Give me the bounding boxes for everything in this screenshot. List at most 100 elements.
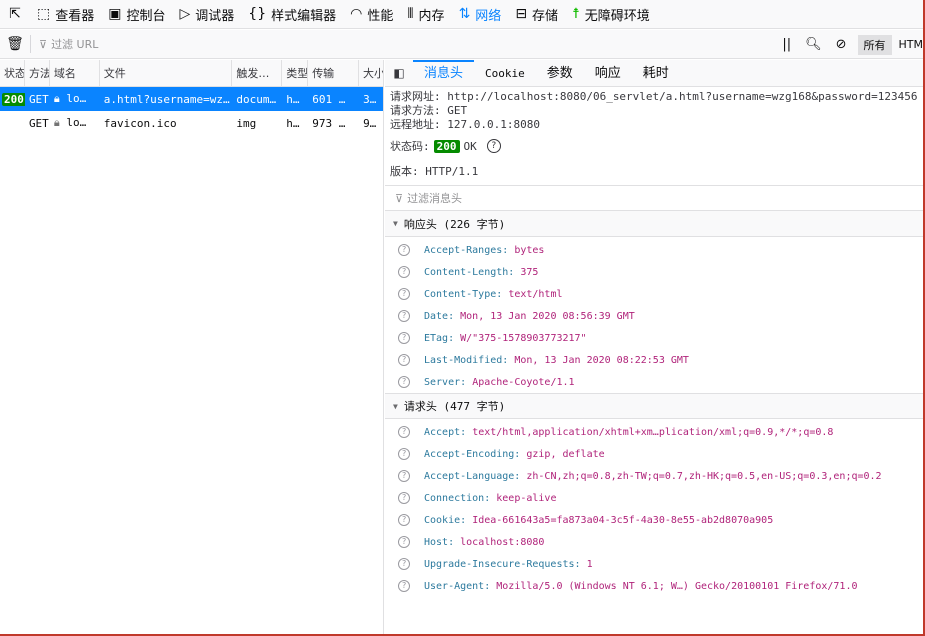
help-icon[interactable]: ?	[398, 354, 410, 366]
tab-style-editor[interactable]: {} 样式编辑器	[241, 0, 343, 29]
header-value: zh-CN,zh;q=0.8,zh-TW;q=0.7,zh-HK;q=0.5,e…	[526, 470, 882, 482]
tab-inspector[interactable]: ⬚ 查看器	[30, 0, 101, 29]
status-code-line: 状态码: 200 OK ?	[390, 133, 918, 159]
header-value: Mon, 13 Jan 2020 08:56:39 GMT	[460, 310, 635, 322]
response-headers-list: ? Accept-Ranges: bytes ? Content-Length: 3…	[385, 239, 923, 393]
search-button[interactable]: 🔍︎	[798, 37, 829, 52]
tab-params[interactable]: 参数	[536, 60, 584, 87]
help-icon[interactable]: ?	[398, 470, 410, 482]
help-icon[interactable]: ?	[398, 580, 410, 592]
header-name: Server:	[424, 376, 467, 388]
method-cell: GET	[28, 116, 49, 130]
filter-all-button[interactable]: 所有	[857, 34, 892, 55]
tab-label: 性能	[367, 8, 394, 24]
url-filter-placeholder: 过滤 URL	[51, 38, 99, 51]
header-value: 375	[520, 266, 539, 278]
cursor-arrow-icon: ⇱	[9, 6, 21, 22]
version-label: 版本:	[390, 165, 419, 178]
help-icon[interactable]: ?	[398, 536, 410, 548]
help-icon[interactable]: ?	[398, 244, 410, 256]
file-cell: favicon.ico	[103, 116, 177, 130]
help-icon[interactable]: ?	[398, 448, 410, 460]
request-headers-toggle[interactable]: ▼ 请求头 (477 字节)	[385, 393, 923, 419]
help-icon[interactable]: ?	[398, 492, 410, 504]
response-headers-toggle[interactable]: ▼ 响应头 (226 字节)	[385, 211, 923, 237]
header-value: localhost:8080	[460, 536, 545, 548]
request-summary: 请求网址: http://localhost:8080/06_servlet/a…	[385, 87, 923, 185]
header-value: text/html	[508, 288, 563, 300]
filter-icon: ⊽	[395, 191, 404, 205]
transferred-cell: 601 …	[312, 92, 346, 106]
header-row: ? Content-Type: text/html	[385, 283, 923, 305]
header-filter-input[interactable]: ⊽ 过滤消息头	[385, 185, 923, 211]
block-button[interactable]: ⊘	[829, 37, 854, 52]
tab-accessibility[interactable]: ☨ 无障碍环境	[565, 0, 657, 29]
size-cell: 9…	[363, 116, 377, 130]
tab-memory[interactable]: ⦀ 内存	[400, 0, 451, 29]
column-domain[interactable]: 域名	[50, 59, 100, 87]
tab-response[interactable]: 响应	[584, 60, 632, 87]
column-size[interactable]: 大小	[359, 60, 383, 87]
divider	[30, 35, 31, 53]
column-trigger[interactable]: 触发…	[232, 59, 283, 87]
column-status[interactable]: 状态	[0, 59, 25, 87]
filter-html-button[interactable]: HTM	[892, 38, 923, 51]
tab-label: 控制台	[126, 8, 166, 24]
header-row: ? Accept-Language: zh-CN,zh;q=0.8,zh-TW;q…	[385, 465, 923, 487]
trash-icon: 🗑	[6, 36, 24, 52]
column-file[interactable]: 文件	[100, 59, 233, 87]
tab-cookies[interactable]: Cookie	[474, 60, 536, 87]
header-name: User-Agent:	[424, 580, 491, 592]
column-method[interactable]: 方法	[25, 59, 50, 87]
help-icon[interactable]: ?	[398, 426, 410, 438]
pause-button[interactable]: ||	[775, 37, 798, 52]
request-row[interactable]: 200 GET 🔒︎ lo… a.html?username=wz… docum…	[0, 87, 383, 111]
header-value: Mozilla/5.0 (Windows NT 6.1; W…) Gecko/2…	[496, 580, 858, 592]
header-row: ? Accept-Ranges: bytes	[385, 239, 923, 261]
tab-network[interactable]: ⇅ 网络	[452, 0, 509, 29]
request-details-panel: ◧ 消息头 Cookie 参数 响应 耗时 请求网址: http://local…	[385, 60, 923, 634]
column-transferred[interactable]: 传输	[308, 59, 360, 87]
domain-cell: 🔒︎ lo…	[50, 116, 100, 130]
sidebar-toggle-icon: ◧	[393, 66, 405, 80]
help-icon[interactable]: ?	[486, 139, 501, 153]
header-value: text/html,application/xhtml+xm…plication…	[472, 426, 834, 438]
help-icon[interactable]: ?	[398, 558, 410, 570]
clear-button[interactable]: 🗑	[0, 36, 30, 52]
header-row: ? Accept-Encoding: gzip, deflate	[385, 443, 923, 465]
tab-timings[interactable]: 耗时	[632, 60, 680, 87]
header-value: keep-alive	[496, 492, 557, 504]
header-row: ? Cookie: Idea-661643a5=fa873a04-3c5f-4a3…	[385, 509, 923, 531]
status-cell: 200	[0, 92, 25, 106]
header-name: Accept:	[424, 426, 467, 438]
help-icon[interactable]: ?	[398, 288, 410, 300]
header-value: Apache-Coyote/1.1	[472, 376, 575, 388]
header-name: Last-Modified:	[424, 354, 509, 366]
help-icon[interactable]: ?	[398, 514, 410, 526]
remote-address-value: 127.0.0.1:8080	[447, 118, 540, 131]
help-icon[interactable]: ?	[398, 266, 410, 278]
help-icon[interactable]: ?	[398, 376, 410, 388]
style-editor-icon: {}	[248, 6, 267, 22]
request-method-line: 请求方法: GET	[390, 104, 918, 118]
tab-console[interactable]: ▣ 控制台	[101, 0, 172, 29]
tab-label: 内存	[418, 8, 445, 24]
tab-storage[interactable]: ⊟ 存储	[508, 0, 565, 29]
url-filter-input[interactable]: ⊽ 过滤 URL	[39, 36, 739, 52]
request-headers-list: ? Accept: text/html,application/xhtml+xm……	[385, 421, 923, 597]
status-code-label: 状态码:	[390, 140, 430, 153]
memory-icon: ⦀	[407, 6, 414, 22]
toggle-panel-button[interactable]: ◧	[385, 66, 413, 80]
help-icon[interactable]: ?	[398, 310, 410, 322]
header-value: 1	[586, 558, 593, 570]
tab-debugger[interactable]: ▷ 调试器	[173, 0, 242, 29]
tab-performance[interactable]: ◠ 性能	[343, 0, 400, 29]
request-row[interactable]: GET 🔒︎ lo… favicon.ico img h… 973 … 9…	[0, 111, 383, 135]
header-row: ? Date: Mon, 13 Jan 2020 08:56:39 GMT	[385, 305, 923, 327]
header-row: ? User-Agent: Mozilla/5.0 (Windows NT 6.1…	[385, 575, 923, 597]
tab-headers[interactable]: 消息头	[413, 60, 475, 87]
lock-icon: 🔒︎	[53, 116, 60, 129]
element-picker-button[interactable]: ⇱	[0, 0, 30, 29]
help-icon[interactable]: ?	[398, 332, 410, 344]
column-type[interactable]: 类型	[282, 59, 309, 87]
